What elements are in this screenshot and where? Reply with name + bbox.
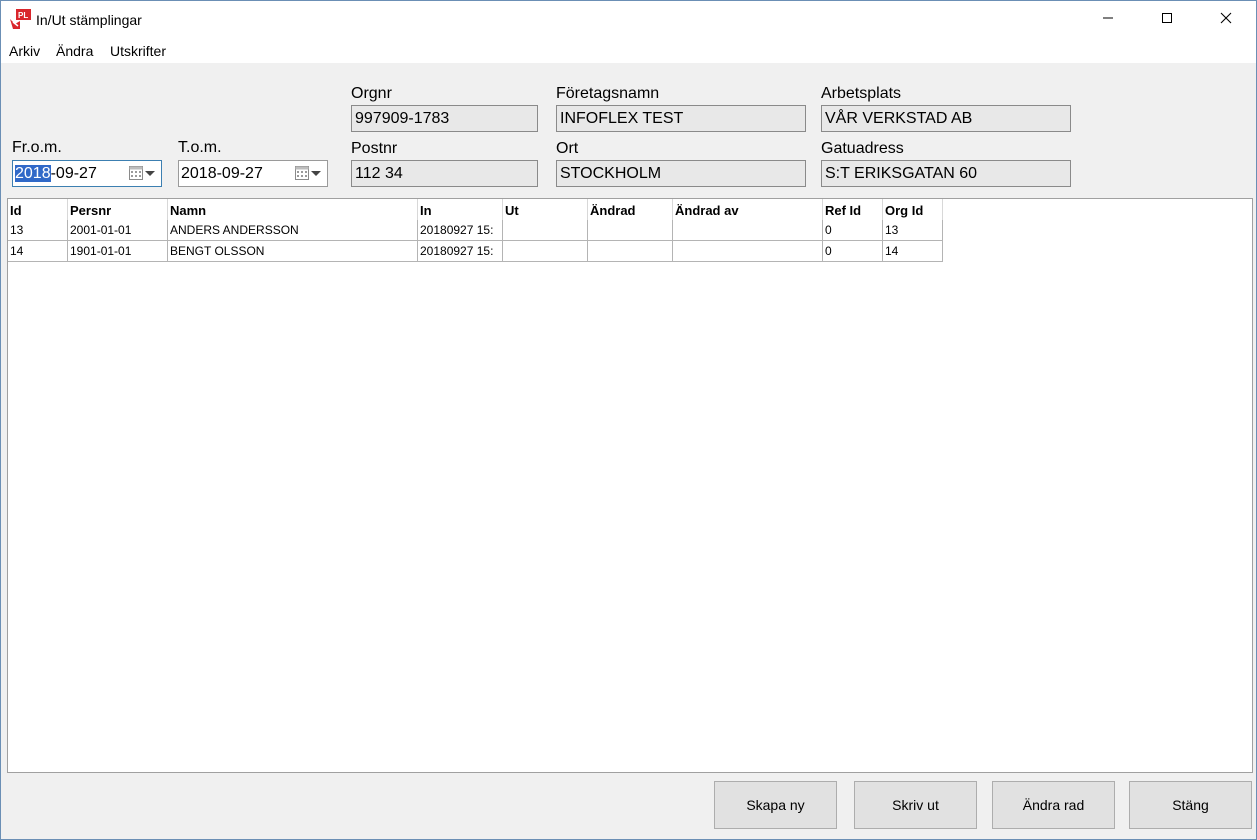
ort-field: STOCKHOLM (556, 160, 806, 187)
cell-ut[interactable] (503, 241, 588, 262)
col-header-namn[interactable]: Namn (168, 199, 418, 220)
to-date-label: T.o.m. (178, 139, 222, 156)
cell-in[interactable]: 20180927 15: (418, 220, 503, 241)
close-window-button[interactable] (1197, 1, 1255, 39)
skapa-ny-button[interactable]: Skapa ny (714, 781, 837, 829)
stamplingar-table[interactable]: Id Persnr Namn In Ut Ändrad Ändrad av Re… (7, 198, 1253, 773)
menu-utskrifter[interactable]: Utskrifter (110, 43, 166, 59)
cell-andrad-av[interactable] (673, 241, 823, 262)
title-bar: PL In/Ut stämplingar (1, 1, 1256, 39)
from-date-label: Fr.o.m. (12, 139, 62, 156)
calendar-icon[interactable] (129, 166, 143, 180)
col-header-in[interactable]: In (418, 199, 503, 220)
maximize-button[interactable] (1138, 1, 1196, 39)
menu-andra[interactable]: Ändra (56, 43, 93, 59)
chevron-down-icon[interactable] (145, 171, 155, 176)
col-header-andrad[interactable]: Ändrad (588, 199, 673, 220)
to-date-value[interactable]: 2018-09-27 (180, 164, 264, 184)
col-header-ref-id[interactable]: Ref Id (823, 199, 883, 220)
ort-label: Ort (556, 140, 579, 157)
cell-persnr[interactable]: 2001-01-01 (68, 220, 168, 241)
calendar-icon[interactable] (295, 166, 309, 180)
close-icon (1220, 11, 1232, 29)
cell-ref-id[interactable]: 0 (823, 241, 883, 262)
col-header-persnr[interactable]: Persnr (68, 199, 168, 220)
cell-namn[interactable]: ANDERS ANDERSSON (168, 220, 418, 241)
from-date-picker[interactable]: 2018-09-27 (12, 160, 162, 187)
minimize-icon (1102, 11, 1114, 29)
cell-org-id[interactable]: 14 (883, 241, 943, 262)
andra-rad-button[interactable]: Ändra rad (992, 781, 1115, 829)
cell-org-id[interactable]: 13 (883, 220, 943, 241)
to-date-picker[interactable]: 2018-09-27 (178, 160, 328, 187)
window-title: In/Ut stämplingar (36, 12, 142, 28)
cell-ref-id[interactable]: 0 (823, 220, 883, 241)
postnr-field: 112 34 (351, 160, 538, 187)
cell-id[interactable]: 14 (8, 241, 68, 262)
col-header-org-id[interactable]: Org Id (883, 199, 943, 220)
col-header-ut[interactable]: Ut (503, 199, 588, 220)
cell-namn[interactable]: BENGT OLSSON (168, 241, 418, 262)
app-window: PL In/Ut stämplingar Arkiv Ändra Utskrif… (0, 0, 1257, 840)
cell-ut[interactable] (503, 220, 588, 241)
menu-arkiv[interactable]: Arkiv (9, 43, 40, 59)
gatuadress-label: Gatuadress (821, 140, 904, 157)
foretagsnamn-label: Företagsnamn (556, 85, 660, 102)
menu-bar: Arkiv Ändra Utskrifter (1, 39, 1256, 63)
maximize-icon (1161, 11, 1173, 29)
orgnr-label: Orgnr (351, 85, 392, 102)
chevron-down-icon[interactable] (311, 171, 321, 176)
svg-text:PL: PL (18, 11, 28, 20)
from-date-value[interactable]: 2018-09-27 (14, 164, 98, 184)
app-pl-icon: PL (10, 9, 31, 29)
minimize-button[interactable] (1079, 1, 1137, 39)
cell-andrad[interactable] (588, 220, 673, 241)
col-header-id[interactable]: Id (8, 199, 68, 220)
gatuadress-field: S:T ERIKSGATAN 60 (821, 160, 1071, 187)
cell-id[interactable]: 13 (8, 220, 68, 241)
arbetsplats-label: Arbetsplats (821, 85, 902, 102)
foretagsnamn-field: INFOFLEX TEST (556, 105, 806, 132)
cell-in[interactable]: 20180927 15: (418, 241, 503, 262)
cell-andrad[interactable] (588, 241, 673, 262)
skriv-ut-button[interactable]: Skriv ut (854, 781, 977, 829)
arbetsplats-field: VÅR VERKSTAD AB (821, 105, 1071, 132)
col-header-andrad-av[interactable]: Ändrad av (673, 199, 823, 220)
stang-button[interactable]: Stäng (1129, 781, 1252, 829)
postnr-label: Postnr (351, 140, 398, 157)
cell-andrad-av[interactable] (673, 220, 823, 241)
cell-persnr[interactable]: 1901-01-01 (68, 241, 168, 262)
orgnr-field: 997909-1783 (351, 105, 538, 132)
